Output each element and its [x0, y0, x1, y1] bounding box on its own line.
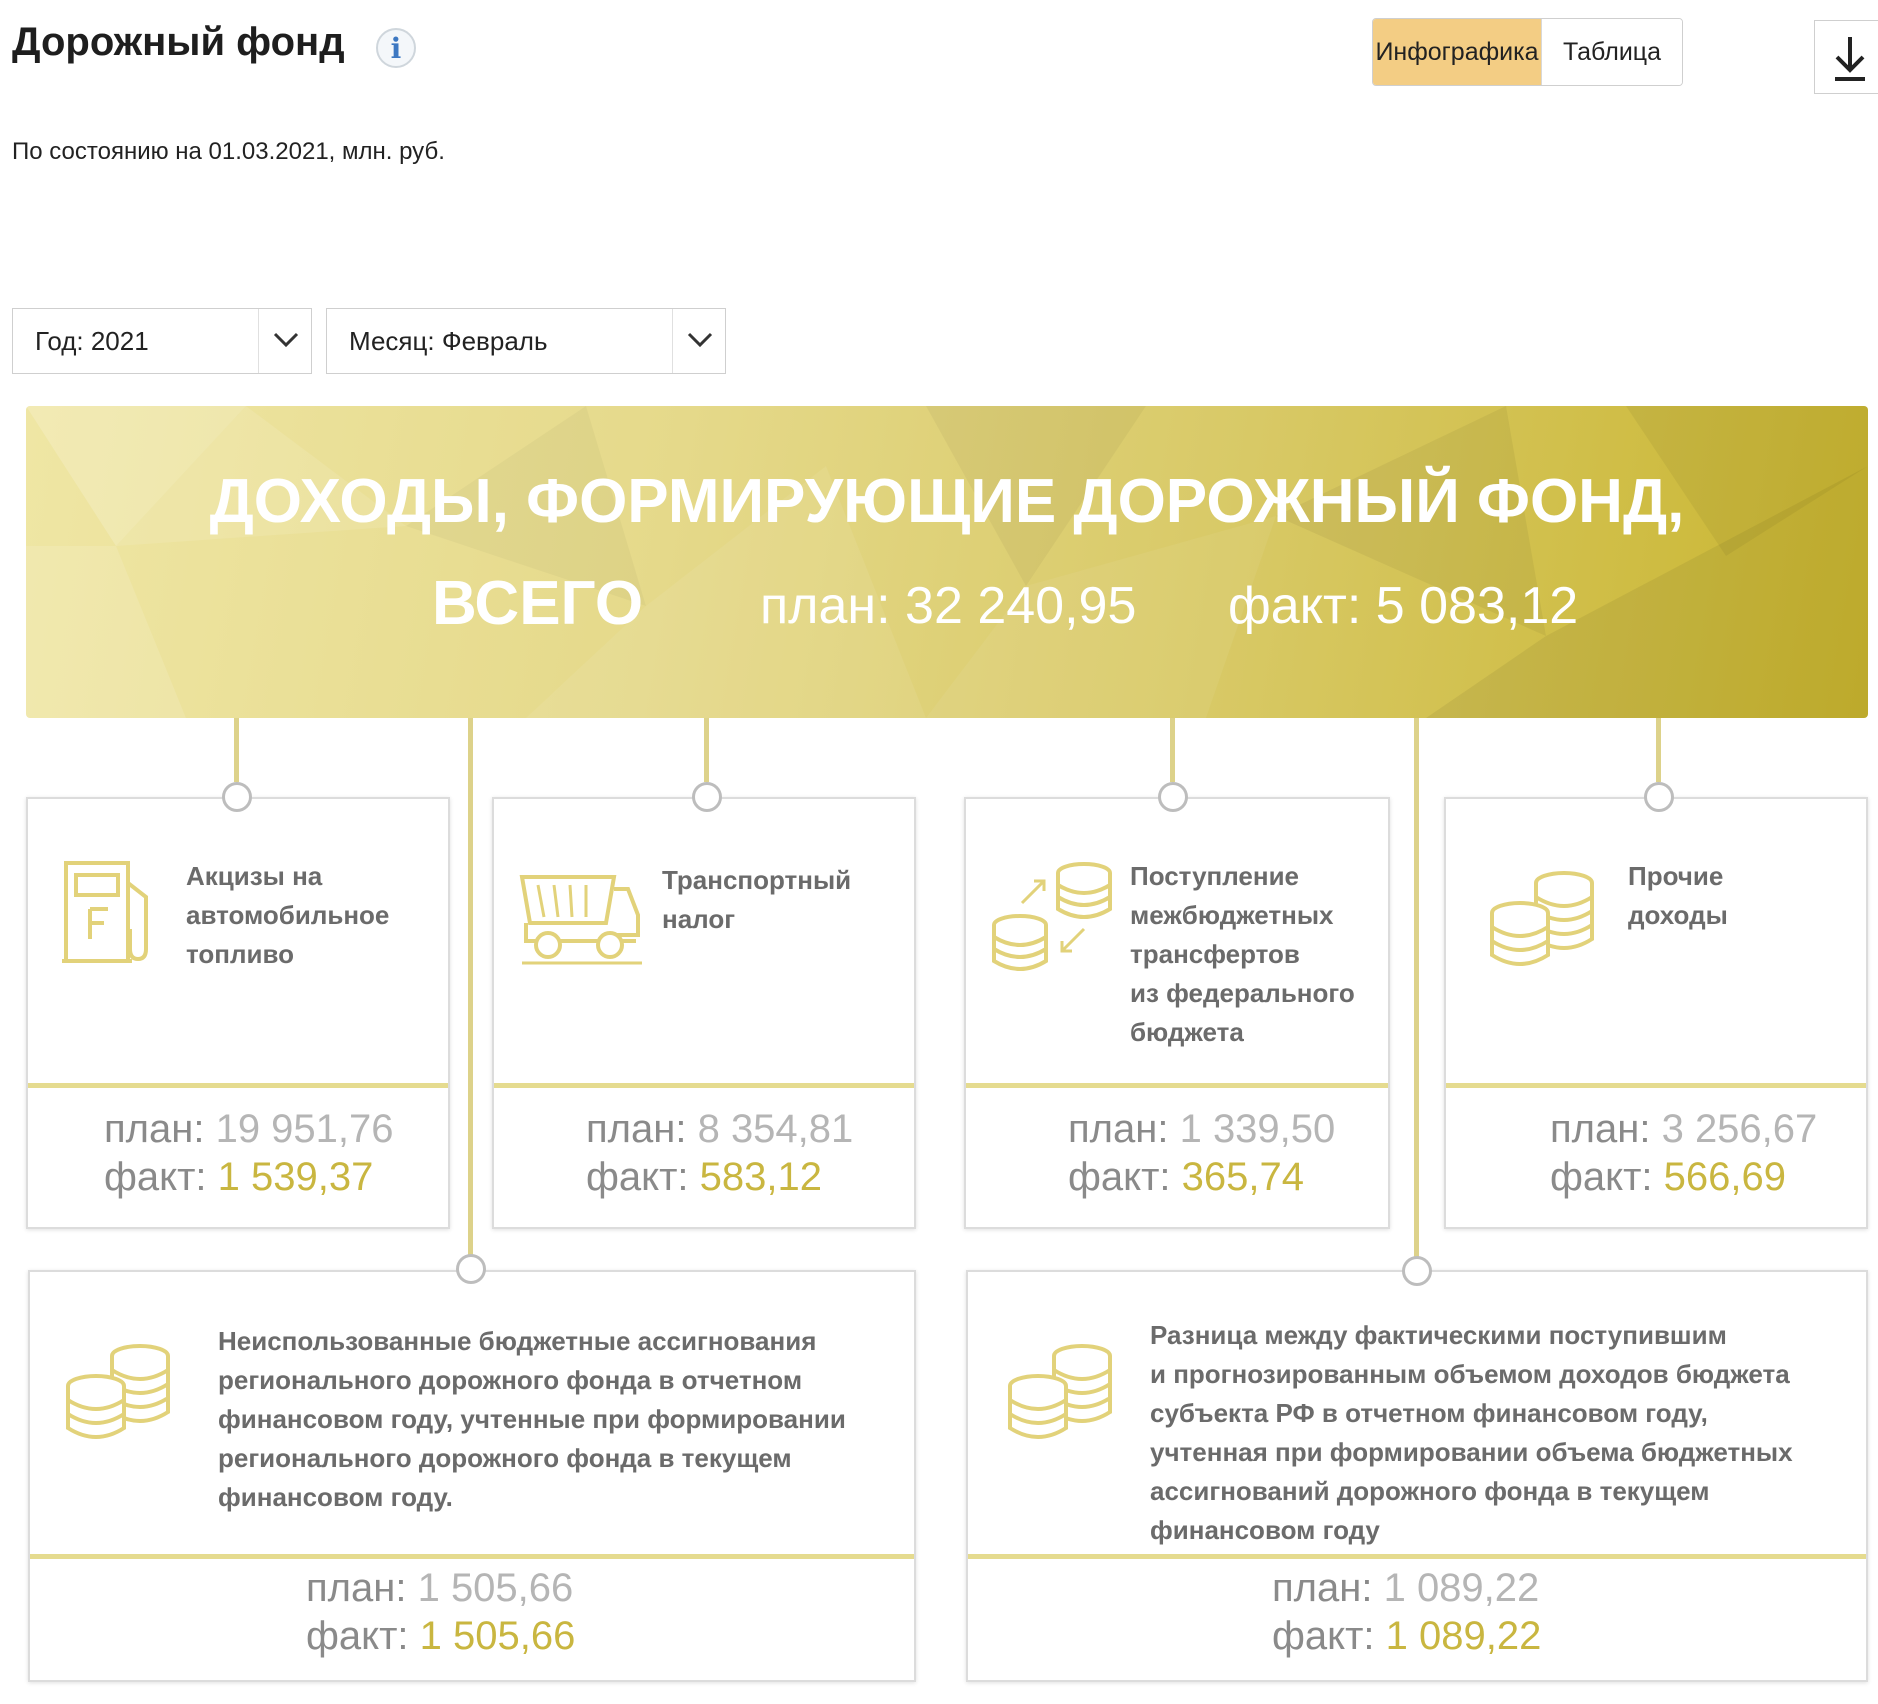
coins-icon — [1490, 871, 1594, 966]
card-values: план: 1 505,66 факт: 1 505,66 — [306, 1566, 576, 1658]
card-values: план: 8 354,81 факт: 583,12 — [586, 1107, 854, 1199]
fact-value: 1 505,66 — [419, 1614, 576, 1658]
banner-plan: план: 32 240,95 — [760, 577, 1137, 635]
connector-node — [692, 782, 722, 812]
card-values: план: 1 339,50 факт: 365,74 — [1068, 1107, 1336, 1199]
card-label: Акцизы на автомобильное топливо — [186, 861, 390, 969]
card-label: Разница между фактическими поступившим и … — [1150, 1320, 1793, 1545]
dump-truck-icon — [519, 875, 642, 965]
plan-value: 1 089,22 — [1383, 1566, 1540, 1610]
card-separator — [966, 1083, 1388, 1088]
fact-value: 365,74 — [1181, 1155, 1305, 1199]
fact-value: 1 089,22 — [1385, 1614, 1542, 1658]
polygon-background — [26, 406, 1868, 718]
fact-value: 583,12 — [699, 1155, 823, 1199]
card-federal-transfers[interactable]: Поступление межбюджетных трансфертов из фед… — [964, 797, 1390, 1229]
download-icon — [1835, 37, 1865, 81]
card-separator — [28, 1083, 448, 1088]
card-values: план: 3 256,67 факт: 566,69 — [1550, 1107, 1818, 1199]
card-values: план: 19 951,76 факт: 1 539,37 — [104, 1107, 394, 1199]
connector-node — [222, 782, 252, 812]
coins-icon — [1008, 1344, 1112, 1439]
connector-node — [456, 1254, 486, 1284]
card-label: Прочие доходы — [1628, 861, 1728, 930]
page-title: Дорожный фонд — [12, 20, 345, 64]
card-other-income[interactable]: Прочие доходы план: 3 256,67 факт: 566,69 — [1444, 797, 1868, 1229]
tab-infographic[interactable]: Инфографика — [1373, 19, 1541, 85]
month-select-value: Месяц: Февраль — [349, 326, 548, 356]
plan-value: 1 339,50 — [1179, 1107, 1336, 1151]
plan-value: 3 256,67 — [1661, 1107, 1818, 1151]
view-toggle: Инфографика Таблица — [1372, 18, 1683, 86]
report-date: По состоянию на 01.03.2021, млн. руб. — [12, 138, 445, 165]
coins-icon — [66, 1344, 170, 1439]
total-income-banner: ДОХОДЫ, ФОРМИРУЮЩИЕ ДОРОЖНЫЙ ФОНД, ВСЕГО… — [26, 406, 1868, 718]
tab-table[interactable]: Таблица — [1541, 19, 1682, 85]
plan-value: 1 505,66 — [417, 1566, 574, 1610]
card-separator — [1446, 1083, 1866, 1088]
banner-title: ДОХОДЫ, ФОРМИРУЮЩИЕ ДОРОЖНЫЙ ФОНД, — [209, 467, 1685, 536]
connector-node — [1644, 782, 1674, 812]
connector-line — [234, 718, 239, 782]
connector-line — [704, 718, 709, 782]
connector-line — [468, 718, 473, 1266]
fuel-pump-icon — [62, 861, 148, 963]
year-select-value: Год: 2021 — [35, 326, 149, 356]
plan-value: 8 354,81 — [697, 1107, 854, 1151]
card-transport-tax[interactable]: Транспортный налог план: 8 354,81 факт: … — [492, 797, 916, 1229]
download-button[interactable] — [1814, 20, 1878, 94]
banner-title-total: ВСЕГО — [432, 569, 644, 638]
card-revenue-difference[interactable]: Разница между фактическими поступившим и … — [966, 1270, 1868, 1682]
card-label: Неиспользованные бюджетные ассигнования р… — [218, 1326, 846, 1512]
connector-node — [1158, 782, 1188, 812]
year-select[interactable]: Год: 2021 — [12, 308, 312, 374]
card-separator — [494, 1083, 914, 1088]
connector-node — [1402, 1256, 1432, 1286]
connector-line — [1170, 718, 1175, 782]
coins-transfer-icon — [992, 862, 1112, 971]
connector-line — [1656, 718, 1661, 782]
plan-value: 19 951,76 — [215, 1107, 394, 1151]
fact-value: 566,69 — [1663, 1155, 1787, 1199]
info-icon[interactable]: i — [376, 28, 416, 68]
banner-fact: факт: 5 083,12 — [1228, 577, 1579, 635]
chevron-down-icon — [258, 309, 311, 373]
card-separator — [968, 1554, 1866, 1559]
card-values: план: 1 089,22 факт: 1 089,22 — [1272, 1566, 1542, 1658]
fact-value: 1 539,37 — [217, 1155, 374, 1199]
connector-line — [1414, 718, 1419, 1266]
chevron-down-icon — [672, 309, 725, 373]
card-fuel-excise[interactable]: Акцизы на автомобильное топливо план: 19 9… — [26, 797, 450, 1229]
card-unused-allocations[interactable]: Неиспользованные бюджетные ассигнования р… — [28, 1270, 916, 1682]
card-label: Поступление межбюджетных трансфертов из фед… — [1130, 861, 1355, 1047]
card-label: Транспортный налог — [662, 865, 852, 934]
month-select[interactable]: Месяц: Февраль — [326, 308, 726, 374]
card-separator — [30, 1554, 914, 1559]
